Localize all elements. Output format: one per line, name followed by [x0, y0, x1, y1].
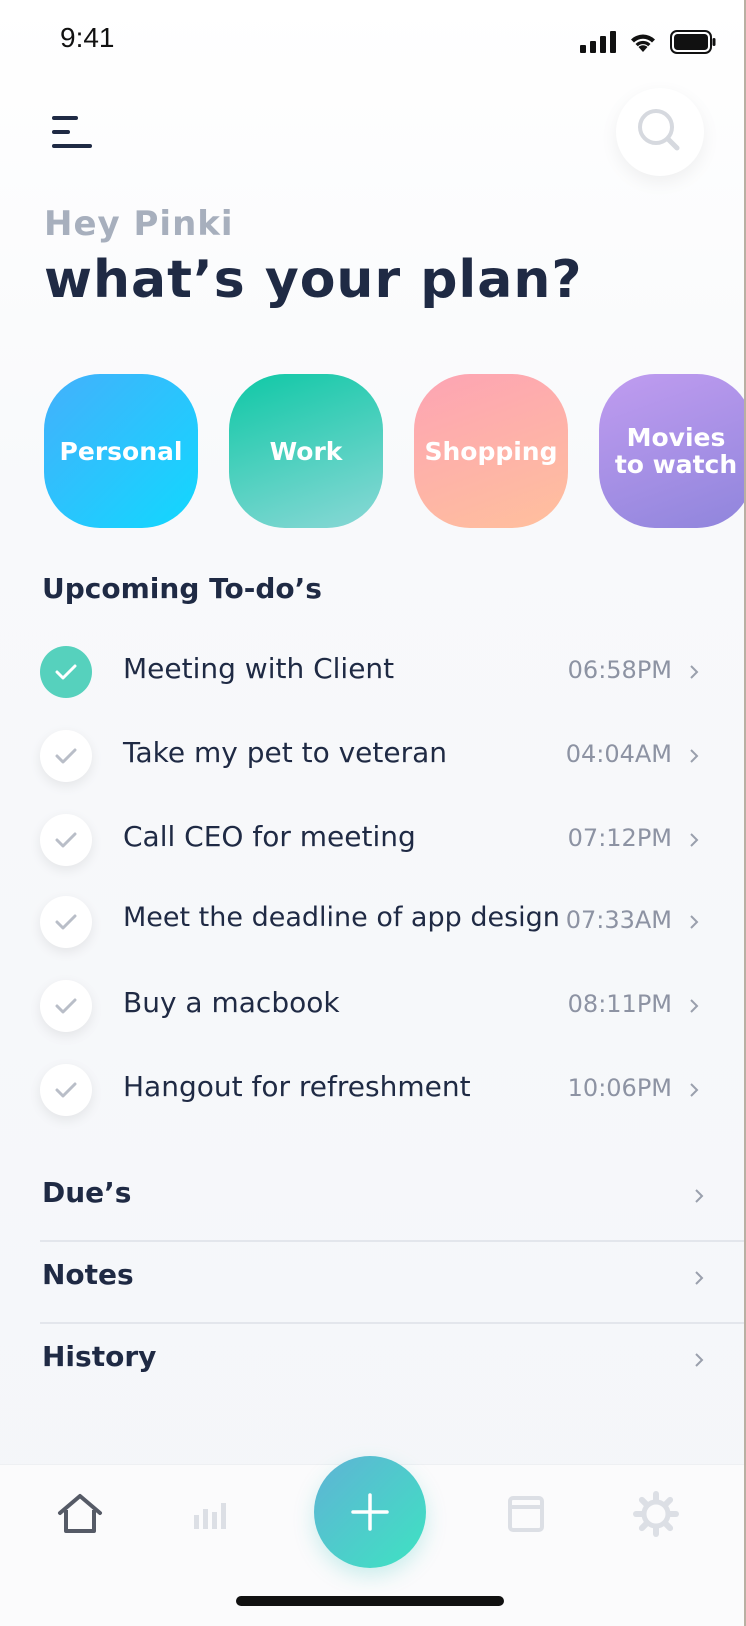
- check-icon: [55, 748, 77, 764]
- battery-icon: [670, 30, 716, 54]
- category-personal[interactable]: Personal: [44, 374, 198, 528]
- todo-time: 10:06PM: [567, 1074, 672, 1102]
- check-icon: [55, 998, 77, 1014]
- greeting: Hey Pinki: [44, 204, 234, 244]
- chevron-right-icon: [694, 1188, 704, 1208]
- tab-stats[interactable]: [184, 1486, 240, 1542]
- chevron-right-icon: [682, 658, 706, 686]
- category-label: Work: [269, 436, 343, 466]
- todo-text: Take my pet to veteran: [123, 736, 448, 769]
- chevron-right-icon: [682, 908, 706, 936]
- menu-button[interactable]: [52, 114, 96, 150]
- chevron-right-icon: [682, 1076, 706, 1104]
- chevron-right-icon: [682, 992, 706, 1020]
- category-movies[interactable]: Movies to watch: [599, 374, 746, 528]
- category-label: Shopping: [424, 436, 558, 466]
- todo-item[interactable]: Take my pet to veteran 04:04AM: [40, 728, 706, 788]
- add-icon: [351, 1493, 389, 1531]
- search-button[interactable]: [616, 88, 704, 176]
- todo-item[interactable]: Call CEO for meeting 07:12PM: [40, 812, 706, 872]
- section-label: Due’s: [42, 1176, 132, 1209]
- divider: [40, 1322, 746, 1324]
- check-icon: [55, 914, 77, 930]
- page-title: what’s your plan?: [44, 250, 583, 310]
- check-icon: [55, 664, 77, 680]
- todo-checkbox[interactable]: [40, 1064, 92, 1116]
- section-label: History: [42, 1340, 157, 1373]
- todo-checkbox[interactable]: [40, 814, 92, 866]
- calendar-icon: [508, 1496, 544, 1532]
- add-task-button[interactable]: [314, 1456, 426, 1568]
- check-icon: [55, 832, 77, 848]
- search-icon: [638, 109, 680, 151]
- todo-text: Meeting with Client: [123, 652, 395, 685]
- todo-item[interactable]: Meet the deadline of app design 07:33AM: [40, 894, 706, 954]
- todo-time: 07:12PM: [567, 824, 672, 852]
- check-icon: [55, 1082, 77, 1098]
- category-shopping[interactable]: Shopping: [414, 374, 568, 528]
- category-work[interactable]: Work: [229, 374, 383, 528]
- tab-home[interactable]: [52, 1486, 108, 1542]
- app-screen: 9:41 Hey Pinki what’s your plan? Persona…: [0, 0, 746, 1626]
- section-dues[interactable]: Due’s: [42, 1176, 742, 1258]
- divider: [40, 1240, 746, 1242]
- todo-checkbox[interactable]: [40, 896, 92, 948]
- todo-text: Meet the deadline of app design: [123, 902, 560, 933]
- todo-checkbox[interactable]: [40, 730, 92, 782]
- todo-text: Hangout for refreshment: [123, 1070, 471, 1103]
- status-icons: [580, 30, 716, 54]
- section-notes[interactable]: Notes: [42, 1258, 742, 1340]
- status-time: 9:41: [60, 22, 115, 53]
- todo-item[interactable]: Hangout for refreshment 10:06PM: [40, 1062, 706, 1122]
- stats-icon: [194, 1503, 226, 1529]
- todo-item[interactable]: Buy a macbook 08:11PM: [40, 978, 706, 1038]
- todo-time: 06:58PM: [567, 656, 672, 684]
- todo-text: Buy a macbook: [123, 986, 340, 1019]
- section-label: Notes: [42, 1258, 134, 1291]
- tab-calendar[interactable]: [498, 1486, 554, 1542]
- category-label: Personal: [59, 436, 183, 466]
- home-icon: [58, 1494, 102, 1533]
- category-label: Movies to watch: [614, 423, 738, 479]
- wifi-icon: [631, 34, 655, 52]
- chevron-right-icon: [694, 1270, 704, 1290]
- tab-settings[interactable]: [628, 1486, 684, 1542]
- todo-checkbox[interactable]: [40, 980, 92, 1032]
- home-indicator: [236, 1596, 504, 1606]
- todo-checkbox[interactable]: [40, 646, 92, 698]
- chevron-right-icon: [682, 742, 706, 770]
- settings-icon: [633, 1491, 679, 1537]
- chevron-right-icon: [682, 826, 706, 854]
- todo-time: 07:33AM: [565, 906, 672, 934]
- todo-time: 04:04AM: [565, 740, 672, 768]
- menu-icon: [52, 116, 78, 120]
- todo-item[interactable]: Meeting with Client 06:58PM: [40, 644, 706, 704]
- section-history[interactable]: History: [42, 1340, 742, 1422]
- chevron-right-icon: [694, 1352, 704, 1372]
- todo-time: 08:11PM: [567, 990, 672, 1018]
- upcoming-title: Upcoming To-do’s: [42, 572, 322, 605]
- signal-icon: [580, 31, 616, 53]
- todo-text: Call CEO for meeting: [123, 820, 416, 853]
